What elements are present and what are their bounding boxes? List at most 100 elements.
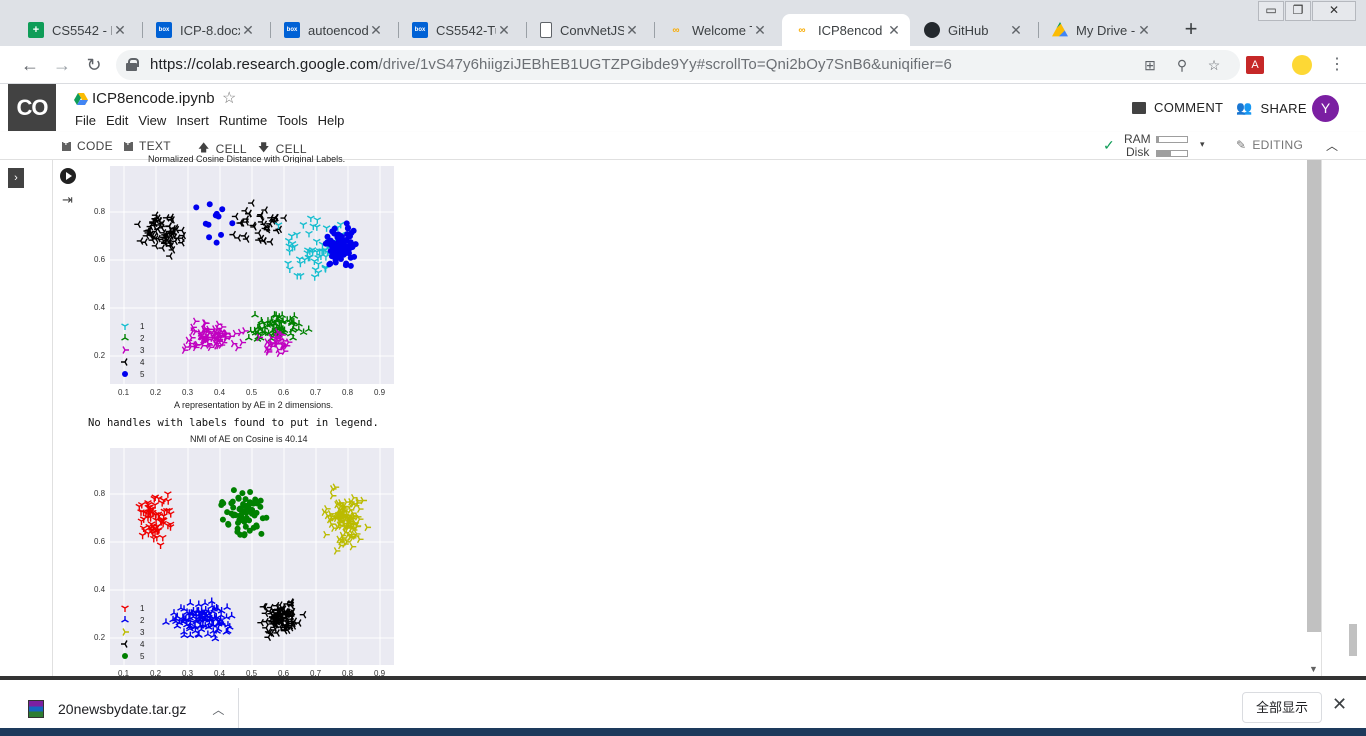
collapse-header-icon[interactable]: ︿: [1326, 137, 1338, 154]
scatter-point: [241, 206, 249, 215]
scroll-down-icon[interactable]: ▼: [1309, 664, 1318, 674]
chevron-up-icon[interactable]: ︿: [212, 701, 224, 718]
tab-close-icon[interactable]: ✕: [368, 22, 384, 39]
plot2-title: NMI of AE on Cosine is 40.14: [190, 434, 308, 444]
maximize-button[interactable]: ❐: [1285, 1, 1311, 21]
tab-separator: [270, 22, 271, 38]
scatter-point: [170, 609, 178, 616]
scatter-point: [285, 266, 294, 273]
browser-tab[interactable]: box ICP-8.docx ✕: [144, 14, 264, 46]
pdf-extension-icon[interactable]: A: [1246, 56, 1264, 74]
browser-tab[interactable]: box CS5542-Tu ✕: [400, 14, 520, 46]
y-tick-label: 0.2: [94, 633, 106, 642]
tab-close-icon[interactable]: ✕: [1008, 22, 1024, 39]
tab-close-icon[interactable]: ✕: [1136, 22, 1152, 39]
tab-close-icon[interactable]: ✕: [624, 22, 640, 39]
address-bar[interactable]: https://colab.research.google.com/drive/…: [116, 50, 1240, 80]
menu-item-view[interactable]: View: [138, 113, 166, 128]
scatter-point: [313, 217, 322, 224]
scatter-point: [249, 506, 256, 513]
browser-tab[interactable]: + CS5542 - B✕: [16, 14, 136, 46]
output-menu-icon[interactable]: ⇥: [62, 192, 73, 208]
scatter-point: [293, 231, 301, 239]
close-window-button[interactable]: ✕: [1312, 1, 1356, 21]
scatter-point: [158, 500, 167, 507]
tab-separator: [526, 22, 527, 38]
scatter-point: [247, 489, 254, 496]
share-button[interactable]: 👥 SHARE: [1236, 100, 1307, 116]
add-text-button[interactable]: TEXT: [124, 138, 171, 153]
menu-item-help[interactable]: Help: [318, 113, 345, 128]
scatter-point: [218, 231, 225, 238]
profile-icon[interactable]: [1292, 55, 1312, 75]
close-icon[interactable]: ✕: [1332, 694, 1347, 715]
page-scrollbar-track[interactable]: [1348, 160, 1358, 676]
avatar[interactable]: Y: [1312, 95, 1339, 122]
bookmark-star-icon[interactable]: ☆: [1204, 55, 1224, 75]
side-panel-toggle-icon[interactable]: ›: [8, 168, 24, 188]
menu-dots-icon[interactable]: ⋮: [1326, 54, 1348, 76]
menu-item-edit[interactable]: Edit: [106, 113, 128, 128]
drive-icon[interactable]: [74, 93, 88, 105]
browser-tab[interactable]: GitHub ✕: [912, 14, 1032, 46]
translate-icon[interactable]: ⊞: [1140, 55, 1160, 75]
share-people-icon: 👥: [1236, 100, 1253, 115]
reload-icon[interactable]: ↻: [82, 53, 106, 77]
browser-tab[interactable]: box autoencod ✕: [272, 14, 392, 46]
drive-icon: [1052, 22, 1068, 37]
plot1-title: Normalized Cosine Distance with Original…: [148, 154, 346, 163]
menu-item-file[interactable]: File: [75, 113, 96, 128]
pencil-icon: ✎: [1236, 138, 1247, 152]
browser-tab[interactable]: ∞ Welcome T ✕: [656, 14, 776, 46]
tab-close-icon[interactable]: ✕: [240, 22, 256, 39]
editing-mode-button[interactable]: ✎ EDITING: [1236, 138, 1303, 152]
minimize-button[interactable]: ▭: [1258, 1, 1284, 21]
scatter-point: [236, 517, 243, 524]
run-cell-icon[interactable]: [60, 168, 76, 184]
notebook-title[interactable]: ICP8encode.ipynb: [92, 90, 215, 107]
url-text[interactable]: https://colab.research.google.com/drive/…: [150, 56, 952, 73]
scatter-point: [326, 261, 333, 268]
comment-button[interactable]: COMMENT: [1132, 100, 1223, 115]
menu-item-tools[interactable]: Tools: [277, 113, 307, 128]
browser-tab[interactable]: My Drive - ✕: [1040, 14, 1160, 46]
colab-logo[interactable]: CO: [8, 84, 56, 131]
colab-icon: ∞: [798, 24, 806, 36]
menu-item-insert[interactable]: Insert: [176, 113, 209, 128]
scatter-point: [150, 495, 159, 503]
back-icon[interactable]: ←: [18, 53, 42, 77]
plot1-canvas: 1 2 3 4 5: [110, 166, 394, 384]
tab-close-icon[interactable]: ✕: [496, 22, 512, 39]
resource-dropdown-icon[interactable]: ▾: [1200, 139, 1205, 150]
tab-close-icon[interactable]: ✕: [886, 22, 902, 39]
download-item[interactable]: 20newsbydate.tar.gz ︿: [28, 694, 238, 724]
plot1-xlabel: A representation by AE in 2 dimensions.: [174, 400, 334, 410]
scatter-point: [296, 272, 305, 280]
archive-icon: [28, 700, 44, 718]
menu-item-runtime[interactable]: Runtime: [219, 113, 267, 128]
scatter-point: [356, 505, 364, 513]
browser-tab[interactable]: ∞ ICP8encod ✕: [782, 14, 910, 46]
scatter-point: [231, 212, 239, 221]
forward-icon[interactable]: →: [50, 53, 74, 77]
box-icon: box: [284, 22, 300, 38]
scatter-point: [234, 234, 242, 242]
scatter-point: [240, 232, 248, 240]
add-code-button[interactable]: CODE: [62, 138, 113, 153]
scatter-point: [299, 610, 307, 619]
legend-marker: [122, 653, 128, 659]
browser-tab[interactable]: ConvNetJS ✕: [528, 14, 648, 46]
resource-monitor[interactable]: RAM Disk: [1124, 133, 1151, 159]
y-tick-label: 0.2: [94, 351, 106, 360]
tab-close-icon[interactable]: ✕: [112, 22, 128, 39]
page-scrollbar-thumb[interactable]: [1349, 624, 1357, 656]
output-scrollbar[interactable]: [1307, 160, 1321, 632]
scatter-point: [324, 504, 331, 513]
tab-close-icon[interactable]: ✕: [752, 22, 768, 39]
star-icon[interactable]: ☆: [222, 88, 236, 108]
show-all-button[interactable]: 全部显示: [1242, 692, 1322, 723]
zoom-icon[interactable]: ⚲: [1172, 55, 1192, 75]
scatter-point: [231, 511, 238, 518]
new-tab-button[interactable]: +: [1178, 16, 1204, 42]
scatter-point: [305, 230, 313, 238]
